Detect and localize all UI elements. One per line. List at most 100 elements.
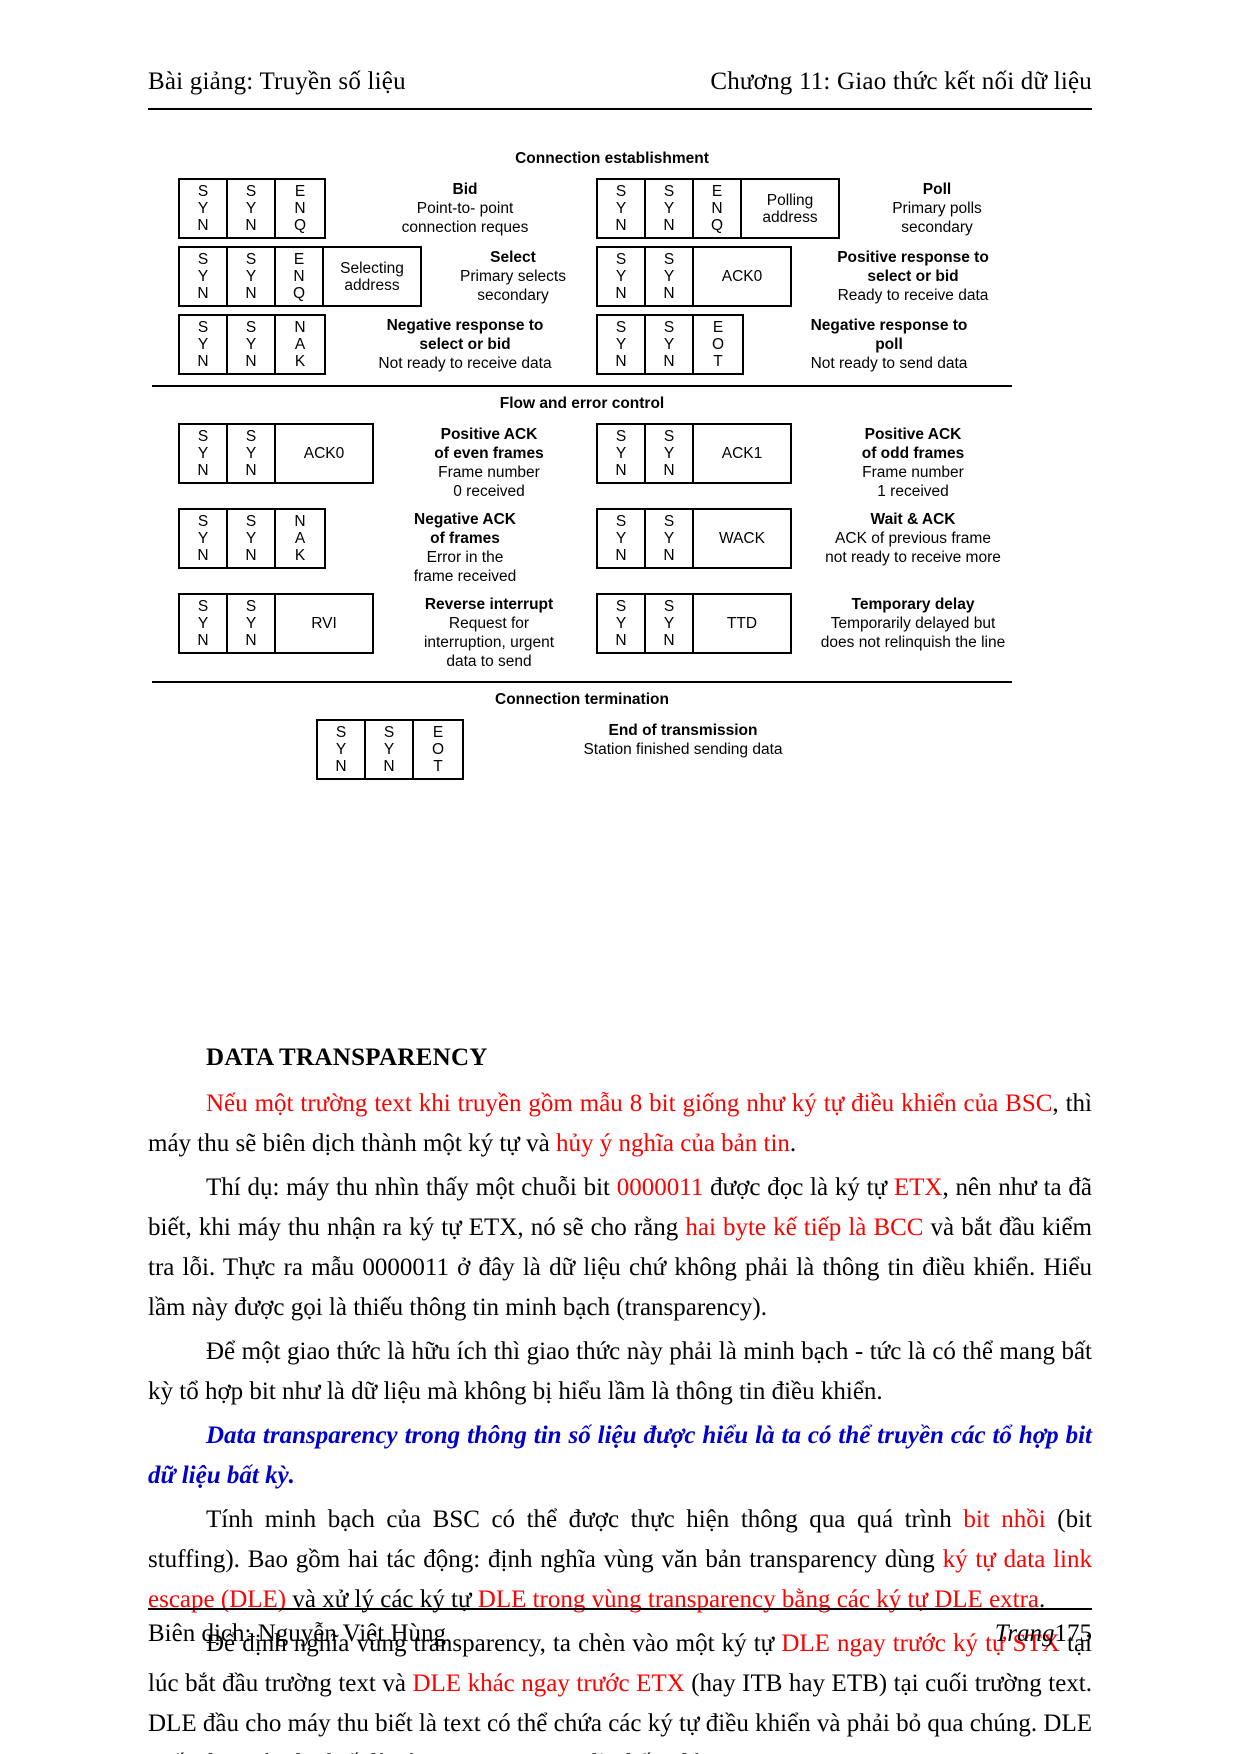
frame-field-line: T — [713, 353, 723, 370]
frame-field: ENQ — [276, 248, 324, 305]
frame-wrapper: SYNSYNNAK — [178, 314, 326, 375]
frame-field-line: S — [615, 183, 627, 200]
frame-field-line: E — [294, 183, 306, 200]
frame-caption-line: Point-to- point — [416, 200, 514, 217]
frame-field-line: S — [663, 428, 675, 445]
frame-caption: Reverse interrupt Request for interruption… — [396, 593, 582, 671]
frame-field-line: N — [197, 462, 209, 479]
frame-caption-title: Negative ACK — [414, 511, 516, 528]
frame-field-line: WACK — [719, 530, 765, 547]
frame-field-line: N — [197, 353, 209, 370]
section-title-connection-establishment: Connection establishment — [515, 150, 709, 167]
footer-divider — [148, 1608, 1092, 1610]
frame-caption-title: of even frames — [434, 445, 544, 462]
frame-field-line: Y — [663, 336, 675, 353]
frame-caption: Positive ACK of even frames Frame number 0 … — [396, 423, 582, 501]
frame-field-line: RVI — [311, 615, 337, 632]
frame-field: SYN — [180, 425, 228, 482]
frame-field-line: S — [615, 319, 627, 336]
frame-field: SYN — [318, 721, 366, 778]
frame-diagram: S Y N S Y N TTD — [596, 593, 792, 654]
frame-caption-title: Negative response to — [386, 317, 544, 334]
document-page: Bài giảng: Truyền số liệu Chương 11: Gia… — [0, 0, 1240, 1754]
frame-field-line: N — [245, 285, 257, 302]
paragraph-1: Nếu một trường text khi truyền gồm mẫu 8… — [148, 1084, 1092, 1164]
frame-caption-title: Temporary delay — [851, 596, 975, 613]
frame-caption-line: frame received — [413, 568, 517, 585]
p1-black-2: . — [789, 1130, 797, 1157]
frame-caption-line: Request for — [448, 615, 530, 632]
frame-caption-line: connection reques — [401, 219, 529, 236]
frame-group: S Y N S Y N ACK1 Positive ACK of odd frames Frame… — [582, 423, 1012, 501]
frame-caption-title: Positive ACK — [440, 426, 538, 443]
frame-field-line: N — [711, 200, 723, 217]
frame-field-line: S — [197, 183, 209, 200]
frame-field-line: S — [615, 251, 627, 268]
frame-field: NAK — [276, 510, 324, 567]
frame-field: SYN — [598, 316, 646, 373]
frame-field-line: S — [197, 598, 209, 615]
frame-field-line: S — [615, 513, 627, 530]
frame-field-line: S — [197, 428, 209, 445]
header-divider — [148, 108, 1092, 110]
figure-row: S Y N S Y N N A K Negative response to select or b… — [152, 314, 1012, 375]
frame-field-line: Y — [245, 336, 257, 353]
frame-field-line: Y — [197, 530, 209, 547]
frame-field: EOT — [694, 316, 742, 373]
frame-group: S Y N S Y N TTD Temporary delay Temporarily dela… — [582, 593, 1012, 654]
frame-field-line: N — [663, 353, 675, 370]
frame-field-line: Selecting — [340, 259, 404, 277]
frame-field-line: Y — [197, 336, 209, 353]
frame-field: ENQ — [276, 180, 324, 237]
frame-field-line: S — [383, 724, 395, 741]
frame-caption: Positive ACK of odd frames Frame number 1 r… — [814, 423, 1012, 501]
frame-field-line: Y — [335, 741, 347, 758]
frame-group: S Y N S Y N N A K Negative response to select or b… — [152, 314, 582, 375]
footer-page-value: 175 — [1054, 1620, 1093, 1647]
frame-field: SYN — [366, 721, 414, 778]
frame-group: S Y N S Y N N A K Negative ACK of frames Error in t… — [152, 508, 582, 586]
frame-caption-title: of odd frames — [861, 445, 965, 462]
frame-field-line: N — [245, 217, 257, 234]
frame-field-line: ACK1 — [721, 445, 763, 462]
frame-field-line: E — [712, 319, 724, 336]
frame-field-line: N — [663, 547, 675, 564]
frame-caption-title: Positive ACK — [864, 426, 962, 443]
frame-caption-line: does not relinquish the line — [820, 634, 1006, 651]
frame-caption: End of transmission Station finished send… — [518, 719, 848, 759]
frame-field-line: A — [294, 336, 306, 353]
frame-field: SYN — [598, 248, 646, 305]
frame-caption: Negative ACK of frames Error in the frame r… — [348, 508, 582, 586]
frame-caption-line: Station finished sending data — [583, 741, 783, 758]
frame-field: SYN — [646, 425, 694, 482]
frame-wrapper: S Y N S Y N E N Q Selecting address — [178, 246, 422, 307]
frame-field-line: S — [197, 251, 209, 268]
frame-field-wide: ACK0 — [276, 425, 372, 482]
frame-field-line: S — [245, 251, 257, 268]
frame-diagram: S Y N S Y N ACK1 — [596, 423, 792, 484]
frame-caption-title: Bid — [452, 181, 478, 198]
frame-field: SYN — [228, 595, 276, 652]
frame-caption-line: 1 received — [877, 483, 949, 500]
frame-field-line: Y — [615, 336, 627, 353]
termination-row: S Y N S Y N E O T End of transmission Station fini… — [152, 719, 1012, 780]
termination-frame-group: S Y N S Y N E O T End of transmission Station fini… — [152, 719, 1012, 780]
frame-field-line: N — [245, 462, 257, 479]
frame-wrapper: S Y N S Y N WACK — [596, 508, 792, 569]
frame-caption-title: Reverse interrupt — [424, 596, 554, 613]
frame-caption-title: Wait & ACK — [870, 511, 956, 528]
frame-group: S Y N S Y N ACK0 Positive response to select or … — [582, 246, 1012, 307]
frame-field-line: N — [245, 353, 257, 370]
frame-field-line: N — [245, 547, 257, 564]
frame-caption-title: Positive response to — [837, 249, 989, 266]
frame-wrapper: S Y N S Y N TTD — [596, 593, 792, 654]
page-header: Bài giảng: Truyền số liệu Chương 11: Gia… — [148, 68, 1092, 96]
frame-wrapper: S Y N S Y N ACK0 — [596, 246, 792, 307]
frame-wrapper: SYNSYNENQ — [178, 178, 326, 239]
frame-field-line: O — [431, 741, 445, 758]
frame-group: S Y N S Y N E O T Negative response to poll Not rea… — [582, 314, 1012, 375]
frame-caption-title: of frames — [430, 530, 500, 547]
frame-field-line: N — [383, 758, 395, 775]
footer-page-label: Trang — [994, 1620, 1055, 1647]
frame-field-line: Y — [615, 200, 627, 217]
